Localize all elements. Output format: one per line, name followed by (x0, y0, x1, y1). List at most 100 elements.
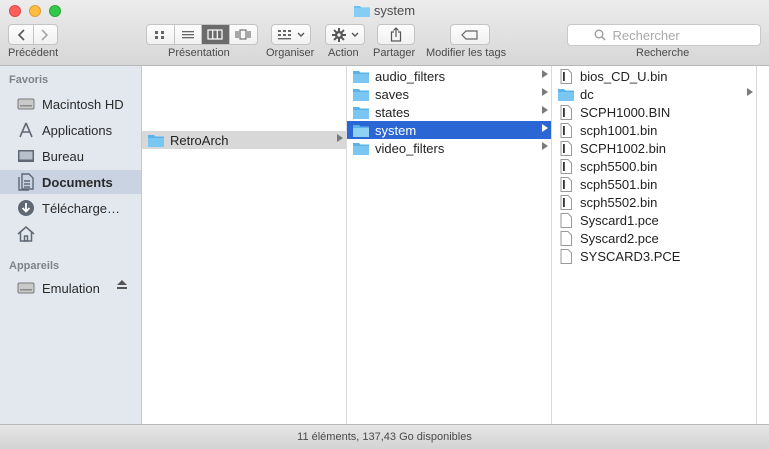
list-item-video-filters[interactable]: video_filters (347, 139, 551, 157)
disclosure-arrow-icon (747, 88, 753, 96)
search-icon (594, 29, 605, 41)
disclosure-arrow-icon (542, 70, 548, 78)
folder-icon (353, 86, 369, 102)
list-view-icon (181, 30, 194, 38)
action-button[interactable] (325, 24, 365, 45)
icon-view-button[interactable] (147, 25, 175, 44)
coverflow-view-button[interactable] (230, 25, 257, 44)
column-view-icon (207, 29, 223, 40)
back-button[interactable] (9, 25, 34, 44)
share-button[interactable] (377, 24, 415, 45)
list-item-audio-filters[interactable]: audio_filters (347, 67, 551, 85)
disclosure-arrow-icon (337, 134, 343, 142)
list-item-file[interactable]: scph5502.bin (552, 193, 756, 211)
disclosure-arrow-icon (542, 124, 548, 132)
list-item-label: scph5501.bin (580, 176, 658, 192)
list-item-label: RetroArch (170, 132, 229, 148)
list-item-file[interactable]: scph5501.bin (552, 175, 756, 193)
disclosure-arrow-icon (542, 106, 548, 114)
chevron-down-icon (351, 32, 358, 37)
desktop-icon (16, 147, 36, 165)
sidebar-item-label: Bureau (42, 148, 84, 164)
list-item-label: scph5500.bin (580, 158, 658, 174)
home-icon (16, 225, 36, 243)
list-item-label: scph1001.bin (580, 122, 658, 138)
list-item-folder[interactable]: dc (552, 85, 756, 103)
back-label: Précédent (8, 47, 59, 59)
list-view-button[interactable] (175, 25, 202, 44)
tags-label: Modifier les tags (426, 47, 507, 59)
list-item-file[interactable]: bios_CD_U.bin (552, 67, 756, 85)
list-item-file[interactable]: scph5500.bin (552, 157, 756, 175)
arrange-grid-icon (277, 29, 291, 39)
list-item-label: Syscard2.pce (580, 230, 659, 246)
column-view-button[interactable] (202, 25, 230, 44)
window-title: system (0, 3, 769, 20)
list-item-system[interactable]: system (347, 121, 551, 139)
arrange-label: Organiser (266, 47, 315, 59)
list-item-saves[interactable]: saves (347, 85, 551, 103)
list-item-file[interactable]: SCPH1002.bin (552, 139, 756, 157)
action-label: Action (328, 47, 359, 59)
list-item-file[interactable]: Syscard2.pce (552, 229, 756, 247)
sidebar-item-macintosh-hd[interactable]: Macintosh HD (0, 92, 141, 116)
sidebar-item-documents[interactable]: Documents (0, 170, 141, 194)
list-item-label: SYSCARD3.PCE (580, 248, 681, 264)
disclosure-arrow-icon (542, 88, 548, 96)
status-text: 11 éléments, 137,43 Go disponibles (297, 431, 472, 443)
document-file-icon (558, 212, 574, 228)
list-item-file[interactable]: SYSCARD3.PCE (552, 247, 756, 265)
list-item-label: audio_filters (375, 68, 446, 84)
sidebar-section-favorites: Favoris (9, 74, 49, 86)
sidebar-item-downloads[interactable]: Télécharge… (0, 196, 141, 220)
eject-icon[interactable] (117, 280, 127, 292)
hard-drive-icon (16, 95, 36, 113)
browser-column-1: RetroArch (142, 66, 347, 424)
sidebar-item-home[interactable] (0, 222, 141, 246)
list-item-retroarch[interactable]: RetroArch (142, 131, 346, 149)
search-input[interactable] (610, 26, 735, 44)
list-item-file[interactable]: Syscard1.pce (552, 211, 756, 229)
folder-icon (148, 132, 164, 148)
tags-button[interactable] (450, 24, 490, 45)
applications-icon (16, 121, 36, 139)
folder-icon (353, 68, 369, 84)
sidebar-item-label: Applications (42, 122, 113, 138)
list-item-label: bios_CD_U.bin (580, 68, 668, 84)
binary-file-icon (558, 68, 574, 84)
coverflow-view-icon (235, 29, 251, 40)
browser-column-2: audio_filters saves states system video_… (347, 66, 552, 424)
list-item-label: states (375, 104, 410, 120)
document-file-icon (558, 248, 574, 264)
sidebar-item-bureau[interactable]: Bureau (0, 144, 141, 168)
window-title-text: system (373, 3, 416, 18)
list-item-label: scph5502.bin (580, 194, 658, 210)
list-item-file[interactable]: scph1001.bin (552, 121, 756, 139)
status-bar: 11 éléments, 137,43 Go disponibles (0, 424, 769, 449)
list-item-states[interactable]: states (347, 103, 551, 121)
search-field[interactable] (567, 24, 761, 46)
chevron-down-icon (297, 32, 304, 37)
list-item-label: saves (375, 86, 409, 102)
sidebar-item-applications[interactable]: Applications (0, 118, 141, 142)
chevron-right-icon (41, 28, 49, 41)
disclosure-arrow-icon (542, 142, 548, 150)
list-item-label: SCPH1002.bin (580, 140, 666, 156)
share-label: Partager (373, 47, 416, 59)
sidebar-item-label: Macintosh HD (42, 96, 124, 112)
binary-file-icon (558, 122, 574, 138)
binary-file-icon (558, 176, 574, 192)
forward-button[interactable] (34, 25, 58, 44)
sidebar-item-emulation[interactable]: Emulation (0, 276, 141, 300)
arrange-button[interactable] (271, 24, 311, 45)
browser-column-3: bios_CD_U.bin dc SCPH1000.BIN scph1001.b… (552, 66, 757, 424)
list-item-file[interactable]: SCPH1000.BIN (552, 103, 756, 121)
finder-window: system Précédent Présentation Organiser … (0, 0, 769, 449)
chevron-left-icon (17, 28, 25, 41)
documents-icon (16, 173, 36, 191)
list-item-label: Syscard1.pce (580, 212, 659, 228)
binary-file-icon (558, 140, 574, 156)
sidebar-section-devices: Appareils (9, 260, 60, 272)
share-icon (390, 27, 402, 42)
icon-view-icon (155, 30, 165, 39)
